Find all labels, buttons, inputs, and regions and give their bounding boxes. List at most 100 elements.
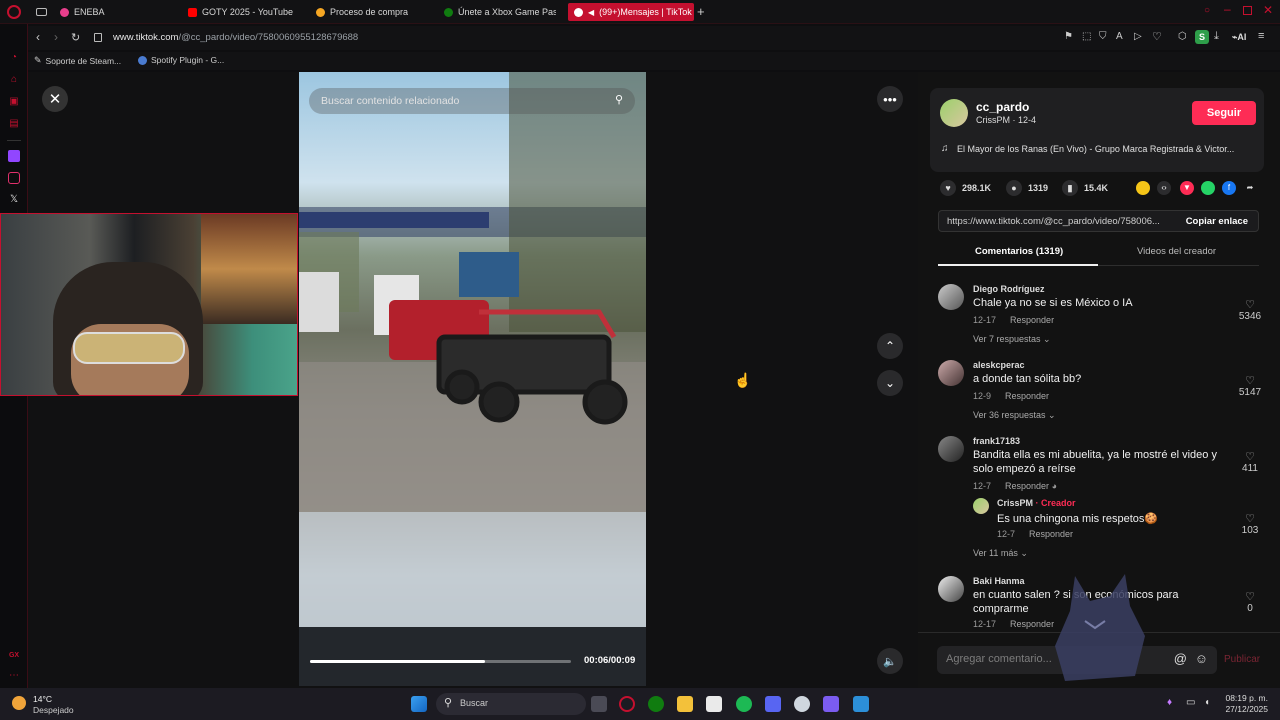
- tab-eneba[interactable]: ENEBA: [60, 3, 180, 21]
- clock[interactable]: 08:19 p. m. 27/12/2025: [1225, 693, 1268, 715]
- volume-button[interactable]: 🔈: [877, 648, 903, 674]
- creator-avatar[interactable]: [940, 99, 968, 127]
- heart-icon[interactable]: ♥: [940, 180, 956, 196]
- apps-grid-icon[interactable]: [823, 696, 839, 712]
- hot-tab-icon[interactable]: ▤: [8, 118, 20, 130]
- reply-button[interactable]: Responder: [1005, 481, 1049, 491]
- video-player[interactable]: [299, 72, 646, 686]
- tab-creator-videos[interactable]: Videos del creador: [1137, 246, 1216, 257]
- avatar[interactable]: [938, 284, 964, 310]
- heart-outline-icon[interactable]: ♡: [1235, 450, 1265, 463]
- comment-user[interactable]: Baki Hanma: [973, 576, 1025, 586]
- speaker-icon[interactable]: ◀: [588, 8, 594, 17]
- forward-icon[interactable]: ›: [54, 30, 58, 44]
- shield-icon[interactable]: ⛉: [1099, 31, 1107, 42]
- url-field[interactable]: www.tiktok.com/@cc_pardo/video/758006095…: [113, 32, 358, 43]
- comment-user[interactable]: Diego Rodríguez: [973, 284, 1045, 294]
- publish-button[interactable]: Publicar: [1224, 654, 1260, 665]
- like-stat[interactable]: ♥ 298.1K: [940, 180, 991, 196]
- taskbar-search[interactable]: ⚲ Buscar: [436, 693, 586, 715]
- reload-icon[interactable]: ↻: [71, 31, 80, 44]
- heart-outline-icon[interactable]: ♡: [1235, 374, 1265, 387]
- file-explorer-icon[interactable]: [677, 696, 693, 712]
- avatar[interactable]: [938, 576, 964, 602]
- mic-icon[interactable]: ♦: [1167, 697, 1172, 708]
- comment-user[interactable]: frank17183: [973, 436, 1020, 446]
- play-icon[interactable]: ▷: [1134, 31, 1142, 42]
- ms-store-icon[interactable]: [706, 696, 722, 712]
- comment-likes[interactable]: ♡ 0: [1235, 590, 1265, 614]
- search-tabs-icon[interactable]: ○: [1204, 5, 1210, 16]
- new-tab-button[interactable]: +: [697, 4, 705, 19]
- comment-user[interactable]: aleskcperac: [973, 360, 1025, 370]
- tab-overview-icon[interactable]: [36, 8, 47, 16]
- speed-dial-icon[interactable]: ◔: [8, 52, 20, 64]
- steam-taskbar-icon[interactable]: [794, 696, 810, 712]
- gx-corner-icon[interactable]: ▣: [8, 96, 20, 108]
- avatar[interactable]: [938, 436, 964, 462]
- aria-ai-button[interactable]: ⌁AI: [1232, 32, 1246, 43]
- opera-logo-icon[interactable]: [7, 5, 21, 19]
- back-icon[interactable]: ‹: [36, 30, 40, 44]
- tab-comments[interactable]: Comentarios (1319): [975, 246, 1063, 257]
- extensions-icon[interactable]: ⬡: [1178, 31, 1187, 42]
- photos-taskbar-icon[interactable]: [853, 696, 869, 712]
- menu-icon[interactable]: ≡: [1258, 30, 1264, 42]
- search-icon[interactable]: ⚲: [615, 93, 623, 106]
- close-window-button[interactable]: ✕: [1263, 3, 1273, 17]
- weather-widget[interactable]: 14°C Despejado: [12, 692, 92, 716]
- emoji-icon[interactable]: ☺: [1195, 651, 1208, 666]
- embed-icon[interactable]: ‹›: [1157, 181, 1171, 195]
- mention-icon[interactable]: @: [1174, 651, 1187, 666]
- follow-button[interactable]: Seguir: [1192, 101, 1256, 125]
- snapshot-icon[interactable]: ⬚: [1082, 31, 1091, 42]
- music-title[interactable]: El Mayor de los Ranas (En Vivo) - Grupo …: [957, 144, 1257, 154]
- comment-likes[interactable]: ♡ 5147: [1235, 374, 1265, 398]
- instagram-icon[interactable]: [8, 172, 20, 184]
- gx-label[interactable]: GX: [8, 650, 20, 662]
- opera-gx-taskbar-icon[interactable]: [619, 696, 635, 712]
- bookmark-icon[interactable]: ▮: [1062, 180, 1078, 196]
- close-video-button[interactable]: ✕: [42, 86, 68, 112]
- comment-likes[interactable]: ♡ 411: [1235, 450, 1265, 474]
- comment-stat[interactable]: ● 1319: [1006, 180, 1048, 196]
- repost-icon[interactable]: [1136, 181, 1150, 195]
- spotify-taskbar-icon[interactable]: [736, 696, 752, 712]
- more-icon[interactable]: ⋯: [8, 670, 20, 682]
- heart-outline-icon[interactable]: ♡: [1235, 298, 1265, 311]
- bookmark-spotify[interactable]: Spotify Plugin - G...: [138, 55, 224, 65]
- tab-xbox[interactable]: Únete a Xbox Game Pass: [444, 3, 556, 21]
- x-twitter-icon[interactable]: 𝕏: [8, 194, 20, 206]
- tab-youtube[interactable]: GOTY 2025 - YouTube: [188, 3, 308, 21]
- creator-username[interactable]: cc_pardo: [976, 100, 1029, 114]
- more-options-button[interactable]: •••: [877, 86, 903, 112]
- discord-taskbar-icon[interactable]: [765, 696, 781, 712]
- tab-checkout[interactable]: Proceso de compra: [316, 3, 436, 21]
- view-more-replies-button[interactable]: Ver 11 más ⌄: [973, 548, 1028, 559]
- download-icon[interactable]: ⤓: [1214, 30, 1219, 43]
- minimize-button[interactable]: –: [1224, 2, 1231, 16]
- network-icon[interactable]: ▭: [1186, 697, 1195, 708]
- video-link[interactable]: https://www.tiktok.com/@cc_pardo/video/7…: [947, 216, 1160, 227]
- share-arrow-icon[interactable]: ➦: [1243, 181, 1257, 195]
- heart-outline-icon[interactable]: ♡: [1235, 512, 1265, 525]
- view-replies-button[interactable]: Ver 36 respuestas ⌄: [973, 410, 1056, 421]
- volume-tray-icon[interactable]: ◖: [1204, 697, 1210, 708]
- heart-icon[interactable]: ♡: [1152, 30, 1162, 43]
- bag-icon[interactable]: ⌂: [8, 74, 20, 86]
- send-icon[interactable]: ▼: [1180, 181, 1194, 195]
- reply-button[interactable]: Responder: [1005, 391, 1049, 401]
- avatar[interactable]: [938, 360, 964, 386]
- bookmark-icon[interactable]: ⚑: [1064, 31, 1073, 42]
- heart-outline-icon[interactable]: ♡: [1235, 590, 1265, 603]
- reply-button[interactable]: Responder: [1029, 529, 1073, 539]
- tab-tiktok[interactable]: ◀ (99+)Mensajes | TikTok: [568, 3, 694, 21]
- translate-icon[interactable]: A: [1116, 31, 1123, 42]
- maximize-button[interactable]: [1243, 6, 1252, 15]
- whatsapp-icon[interactable]: [1201, 181, 1215, 195]
- xbox-taskbar-icon[interactable]: [648, 696, 664, 712]
- video-progress-bar[interactable]: [310, 660, 571, 663]
- next-video-button[interactable]: ⌄: [877, 370, 903, 396]
- task-view-icon[interactable]: [591, 696, 607, 712]
- avatar[interactable]: [973, 498, 989, 514]
